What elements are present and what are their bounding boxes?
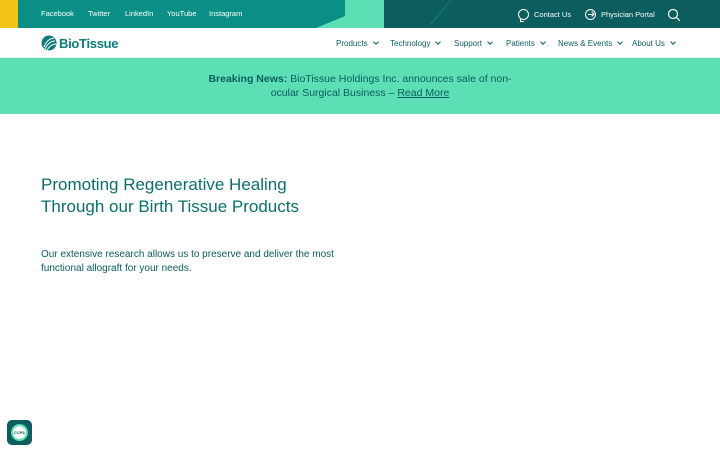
chevron-down-icon <box>617 39 624 45</box>
facebook-link[interactable]: Facebook <box>41 0 74 28</box>
contact-us-link[interactable]: Contact Us <box>518 0 571 28</box>
nav-item-support[interactable]: Support <box>454 28 493 58</box>
nav-item-label: Products <box>336 38 368 48</box>
ccpa-privacy-button[interactable]: CCPA <box>7 420 32 445</box>
breaking-news-heading: Breaking News: <box>208 73 288 85</box>
arrow-circle-icon <box>585 8 596 20</box>
accent-strip <box>0 0 18 28</box>
nav-item-label: News & Events <box>558 38 613 48</box>
ccpa-badge-icon: CCPA <box>11 424 28 441</box>
ccpa-label: CCPA <box>13 430 26 435</box>
headset-icon <box>518 8 529 22</box>
physician-portal-label: Physician Portal <box>601 9 655 19</box>
nav-item-label: Patients <box>506 38 535 48</box>
physician-portal-link[interactable]: Physician Portal <box>585 0 655 28</box>
nav-item-label: About Us <box>632 38 665 48</box>
twitter-link[interactable]: Twitter <box>88 0 110 28</box>
nav-item-news-events[interactable]: News & Events <box>558 28 624 58</box>
search-button[interactable] <box>667 8 681 22</box>
nav-item-about-us[interactable]: About Us <box>632 28 676 58</box>
breaking-news-body: BioTissue Holdings Inc. announces sale o… <box>270 73 512 99</box>
linkedin-link[interactable]: LinkedIn <box>125 0 153 28</box>
hero-subtitle: Our extensive research allows us to pres… <box>41 249 334 274</box>
main-nav: BioTissue Products Technology Support Pa… <box>0 28 720 58</box>
nav-item-technology[interactable]: Technology <box>390 28 442 58</box>
chevron-down-icon <box>487 39 493 45</box>
breaking-news-banner: Breaking News: BioTissue Holdings Inc. a… <box>0 58 720 114</box>
logo-mark-icon <box>41 35 57 51</box>
chevron-down-icon <box>435 39 442 45</box>
nav-item-label: Technology <box>390 38 431 48</box>
brand-logo[interactable]: BioTissue <box>41 34 119 52</box>
contact-us-label: Contact Us <box>534 9 572 19</box>
chevron-down-icon <box>540 39 546 45</box>
hero-title: Promoting Regenerative Healing Through o… <box>41 175 299 216</box>
breaking-news-text: Breaking News: BioTissue Holdings Inc. a… <box>200 72 520 100</box>
instagram-link[interactable]: Instagram <box>209 0 242 28</box>
nav-item-products[interactable]: Products <box>336 28 379 58</box>
brand-name: BioTissue <box>59 35 119 51</box>
chevron-down-icon <box>372 39 379 45</box>
chevron-down-icon <box>670 39 676 45</box>
nav-item-label: Support <box>454 38 483 48</box>
read-more-link[interactable]: Read More <box>397 87 449 99</box>
decorative-block <box>345 0 384 28</box>
search-icon <box>667 8 681 22</box>
youtube-link[interactable]: YouTube <box>167 0 196 28</box>
nav-item-patients[interactable]: Patients <box>506 28 546 58</box>
top-utility-bar: Facebook Twitter LinkedIn YouTube Instag… <box>0 0 720 28</box>
